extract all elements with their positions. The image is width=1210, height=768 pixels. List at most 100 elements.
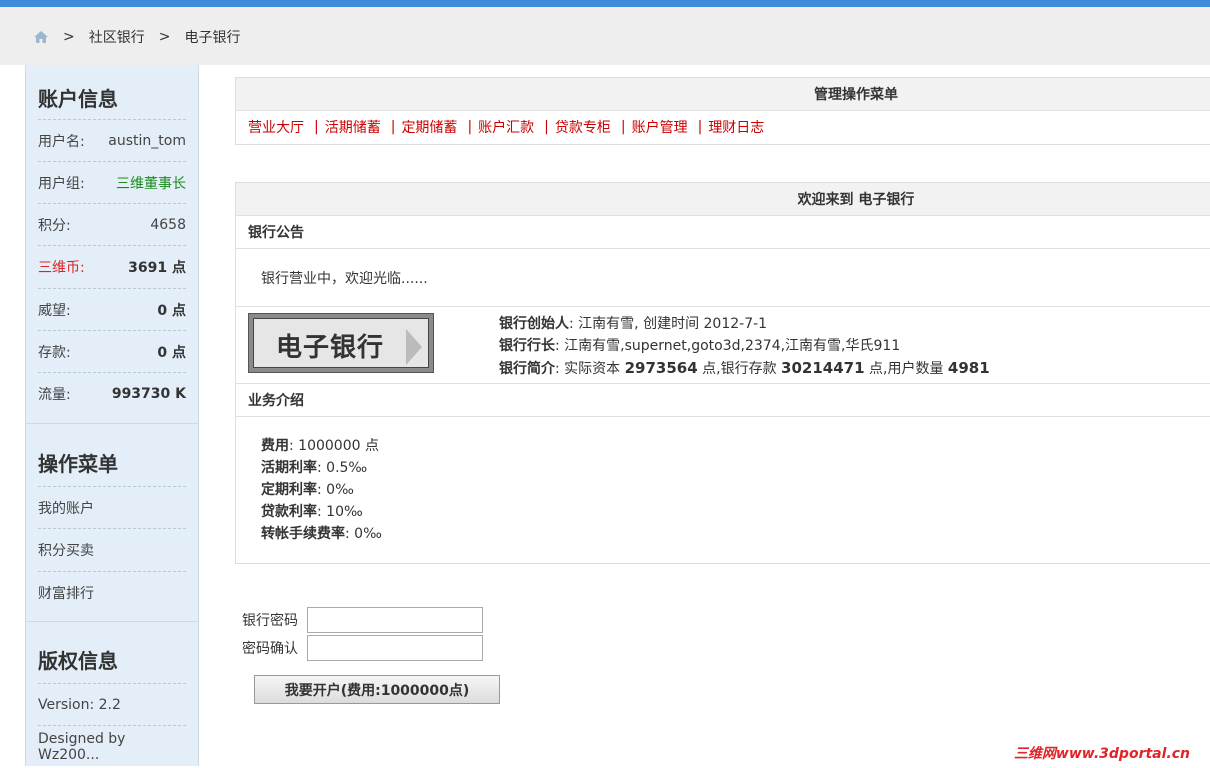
designed-by-text: Designed by Wz200... [38,725,186,768]
account-row-deposit: 存款: 0 点 [38,330,186,373]
operation-menu-title: 操作菜单 [38,452,118,476]
president-value: : 江南有雪,supernet,goto3d,2374,江南有雪,华氏911 [555,338,901,354]
operation-links: 营业大厅 | 活期储蓄 | 定期储蓄 | 账户汇款 | 贷款专柜 | 账户管理 … [236,111,1210,143]
biz-item-loan-rate: 贷款利率: 10‰ [261,501,1210,523]
account-row-traffic: 流量: 993730 K [38,372,186,415]
row-key: 流量: [38,387,71,403]
biz-label: 费用 [261,438,289,454]
account-row-username: 用户名: austin_tom [38,119,186,162]
menu-panel-title: 管理操作菜单 [236,78,1210,111]
bank-info-row: 电子银行 银行创始人: 江南有雪, 创建时间 2012-7-1 银行行长: 江南… [236,307,1210,384]
biz-list: 费用: 1000000 点 活期利率: 0.5‰ 定期利率: 0‰ 贷款利率: … [236,417,1210,563]
link-separator: | [620,119,626,135]
top-accent-bar [0,0,1210,7]
row-key: 用户组: [38,176,85,192]
link-separator: | [544,119,549,135]
link-loan-counter[interactable]: 贷款专柜 [555,117,611,137]
home-icon[interactable] [33,29,49,45]
notice-text: 银行营业中，欢迎光临...... [236,249,1210,307]
row-key: 积分: [38,218,71,234]
password-row: 银行密码 [242,606,483,634]
breadcrumb: > 社区银行 > 电子银行 [33,27,254,47]
account-row-prestige: 威望: 0 点 [38,288,186,331]
row-value: austin_tom [108,133,186,149]
president-label: 银行行长 [499,338,555,354]
notice-title: 银行公告 [236,216,1210,249]
link-separator: | [390,119,396,135]
link-separator: | [467,119,473,135]
confirm-label: 密码确认 [242,641,298,657]
biz-item-fee: 费用: 1000000 点 [261,435,1210,457]
deposits-value: 30214471 [781,359,865,377]
link-remittance[interactable]: 账户汇款 [478,117,534,137]
president-line: 银行行长: 江南有雪,supernet,goto3d,2374,江南有雪,华氏9… [499,335,990,357]
biz-label: 贷款利率 [261,504,317,520]
sidebar: 账户信息 用户名: austin_tom 用户组: 三维董事长 积分: 4658… [25,65,199,766]
sidebar-item-my-account[interactable]: 我的账户 [38,486,186,529]
link-separator: | [314,119,319,135]
confirm-row: 密码确认 [242,634,483,662]
row-value[interactable]: 三维董事长 [116,173,186,193]
copyright-title: 版权信息 [38,649,118,673]
intro-label: 银行简介 [499,361,555,377]
account-row-coins: 三维币: 3691 点 [38,245,186,288]
account-row-usergroup: 用户组: 三维董事长 [38,161,186,204]
logo-text: 电子银行 [276,333,385,363]
biz-value: : 0‰ [317,482,354,498]
link-fixed-savings[interactable]: 定期储蓄 [401,117,457,137]
logo-frame: 电子银行 [253,318,429,368]
bank-password-input[interactable] [307,607,483,633]
intro-line: 银行简介: 实际资本 2973564 点,银行存款 30214471 点,用户数… [499,357,990,380]
biz-value: : 1000000 点 [289,438,379,454]
row-key: 存款: [38,345,71,361]
breadcrumb-current-ebank[interactable]: 电子银行 [184,27,240,47]
biz-item-current-rate: 活期利率: 0.5‰ [261,457,1210,479]
row-value: 3691 点 [128,260,186,276]
row-key: 三维币: [38,260,85,276]
link-separator: | [697,119,703,135]
version-text: Version: 2.2 [38,683,186,726]
welcome-panel: 欢迎来到 电子银行 银行公告 银行营业中，欢迎光临...... 电子银行 银行创… [235,182,1210,564]
menu-panel: 管理操作菜单 营业大厅 | 活期储蓄 | 定期储蓄 | 账户汇款 | 贷款专柜 … [235,77,1210,145]
password-label: 银行密码 [242,613,298,629]
biz-item-transfer-fee: 转帐手续费率: 0‰ [261,523,1210,545]
row-key: 用户名: [38,134,85,150]
ebank-logo: 电子银行 [248,313,434,373]
biz-value: : 0‰ [345,526,382,542]
sidebar-item-points-trade[interactable]: 积分买卖 [38,528,186,571]
bank-info: 银行创始人: 江南有雪, 创建时间 2012-7-1 银行行长: 江南有雪,su… [499,313,990,380]
row-value: 4658 [150,217,186,233]
intro-mid1: 点,银行存款 [697,361,782,377]
breadcrumb-separator: > [158,29,171,45]
link-finance-log[interactable]: 理财日志 [708,117,764,137]
users-value: 4981 [947,359,990,377]
sidebar-divider [26,621,198,622]
welcome-title: 欢迎来到 电子银行 [236,183,1210,216]
biz-value: : 0.5‰ [317,460,368,476]
open-account-form: 银行密码 密码确认 [242,606,483,662]
account-row-points: 积分: 4658 [38,203,186,246]
sidebar-item-wealth-rank[interactable]: 财富排行 [38,571,186,614]
row-key: 威望: [38,303,71,319]
founder-value: : 江南有雪, 创建时间 2012-7-1 [569,316,768,332]
biz-value: : 10‰ [317,504,363,520]
breadcrumb-link-community-bank[interactable]: 社区银行 [89,27,145,47]
biz-label: 转帐手续费率 [261,526,345,542]
biz-label: 活期利率 [261,460,317,476]
intro-prefix: : 实际资本 [555,361,625,377]
link-business-hall[interactable]: 营业大厅 [248,117,304,137]
founder-line: 银行创始人: 江南有雪, 创建时间 2012-7-1 [499,313,990,335]
biz-item-fixed-rate: 定期利率: 0‰ [261,479,1210,501]
biz-title: 业务介绍 [236,384,1210,417]
capital-value: 2973564 [624,359,698,377]
row-value: 0 点 [157,303,186,319]
link-current-savings[interactable]: 活期储蓄 [325,117,381,137]
breadcrumb-bar: > 社区银行 > 电子银行 [0,7,1210,65]
link-account-management[interactable]: 账户管理 [632,117,688,137]
password-confirm-input[interactable] [307,635,483,661]
row-value: 0 点 [157,345,186,361]
founder-label: 银行创始人 [499,316,569,332]
watermark: 三维网www.3dportal.cn [1013,746,1190,762]
row-value: 993730 K [111,386,186,402]
open-account-button[interactable]: 我要开户(费用:1000000点) [254,675,500,704]
